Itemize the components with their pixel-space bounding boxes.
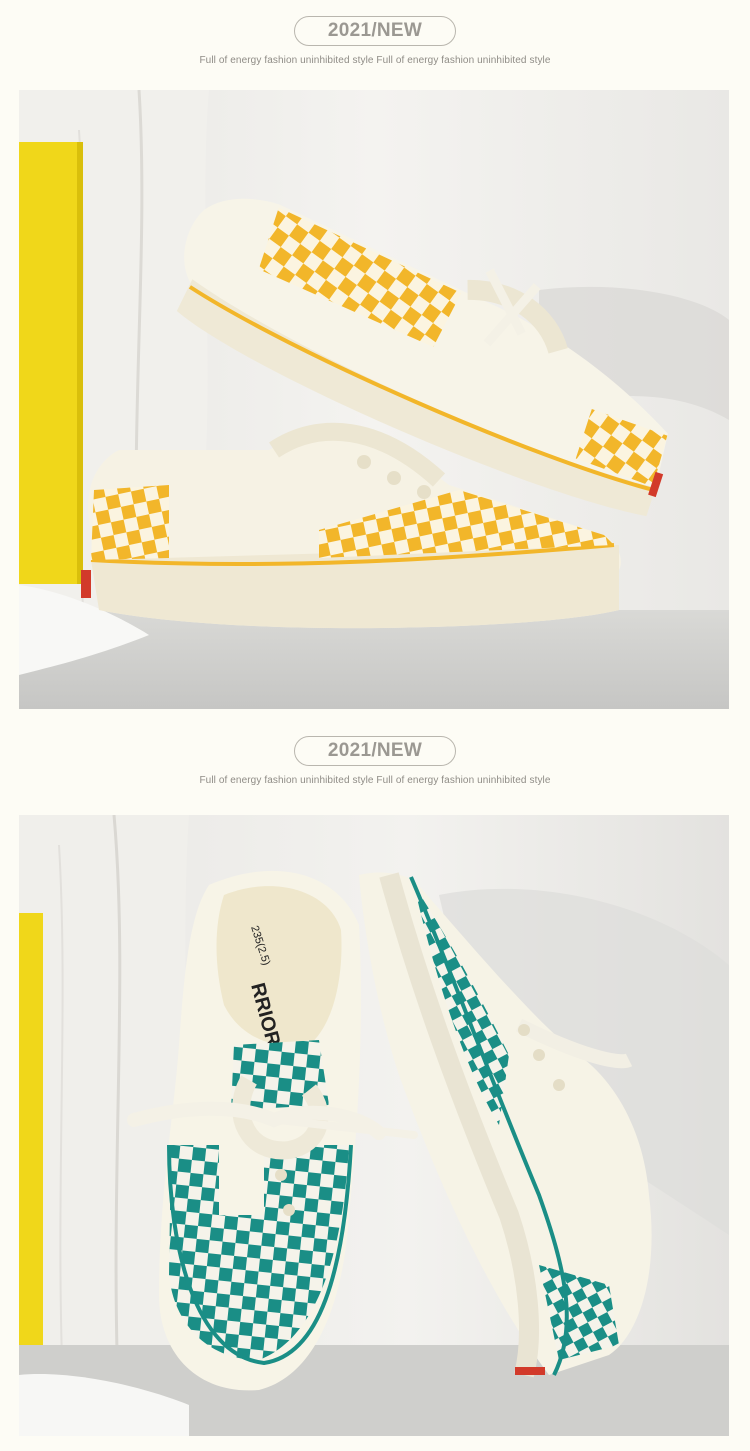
year-badge: 2021/NEW <box>294 16 456 46</box>
tagline: Full of energy fashion uninhibited style… <box>199 775 551 786</box>
section-2-header: 2021/NEW Full of energy fashion uninhibi… <box>0 736 750 786</box>
year-badge: 2021/NEW <box>294 736 456 766</box>
product-photo-yellow <box>19 90 729 709</box>
product-photo-teal: RRIOR 235(2.5) <box>19 815 729 1436</box>
tagline: Full of energy fashion uninhibited style… <box>199 55 551 66</box>
section-1-header: 2021/NEW Full of energy fashion uninhibi… <box>0 16 750 66</box>
